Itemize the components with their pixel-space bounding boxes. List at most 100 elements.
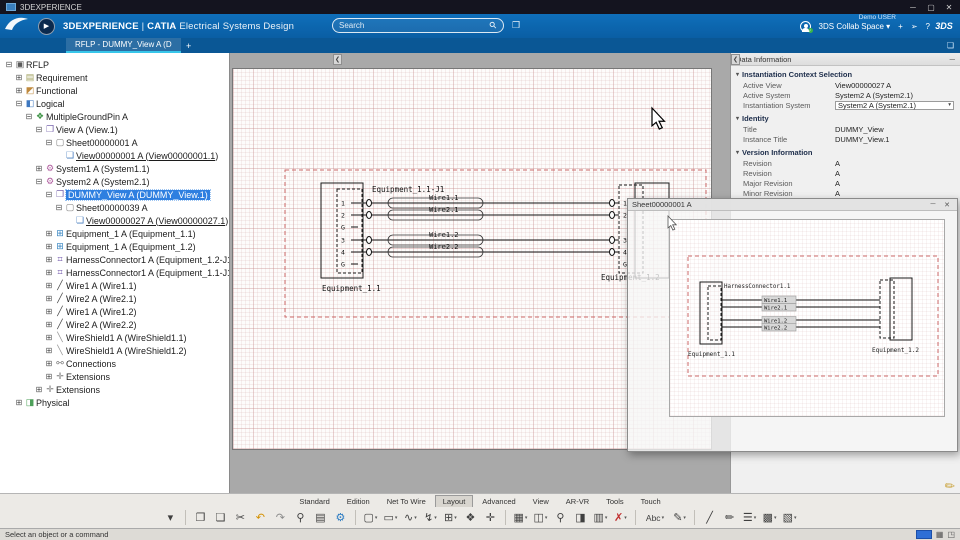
ribbon-tab-advanced[interactable]: Advanced: [474, 495, 523, 507]
panel-collapse-handle[interactable]: ❮: [333, 54, 342, 65]
tree-item[interactable]: ⊞▤Requirement: [0, 71, 229, 84]
text-style-icon[interactable]: Abc▾: [642, 509, 668, 526]
equipment-left-symbol[interactable]: 1 2 G 3 4 G: [321, 183, 363, 278]
section-header[interactable]: ▾Version Information: [731, 144, 960, 158]
tree-item[interactable]: ⊟⚙System2 A (System2.1): [0, 175, 229, 188]
expand-toggle-icon[interactable]: ⊞: [44, 294, 54, 303]
dropdown-caret-icon[interactable]: ▾: [683, 515, 686, 521]
overflow-chevron-icon[interactable]: ▾: [162, 509, 179, 526]
popup-equipment-left-symbol[interactable]: [700, 282, 722, 344]
dropdown-caret-icon[interactable]: ▾: [545, 515, 548, 521]
collapse-toggle-icon[interactable]: ⊟: [54, 203, 64, 212]
popup-body[interactable]: Wire1.1 Wire2.1 Wire1.2 Wire2.2 HarnessC…: [628, 211, 957, 452]
tree-item[interactable]: ⊞╱Wire2 A (Wire2.1): [0, 292, 229, 305]
tree-item[interactable]: ⊟▢Sheet00000039 A: [0, 201, 229, 214]
active-workbench-indicator[interactable]: [916, 530, 932, 539]
document-tab[interactable]: RFLP - DUMMY_View A (D: [66, 38, 181, 53]
share-icon[interactable]: ➢: [911, 22, 918, 31]
dropdown-caret-icon[interactable]: ▾: [395, 515, 398, 521]
collapse-toggle-icon[interactable]: ⊟: [24, 112, 34, 121]
popup-titlebar[interactable]: Sheet00000001 A ─ ✕: [628, 199, 957, 211]
minimize-button[interactable]: ─: [904, 3, 922, 12]
collapse-toggle-icon[interactable]: ⊟: [14, 99, 24, 108]
status-grid-icon[interactable]: ▦: [936, 530, 944, 539]
tree-item[interactable]: ⊞╱Wire1 A (Wire1.2): [0, 305, 229, 318]
undo-icon[interactable]: ↶: [252, 509, 269, 526]
tree-item[interactable]: ⊟❐View A (View.1): [0, 123, 229, 136]
tree-item[interactable]: ⊞╲WireShield1 A (WireShield1.2): [0, 344, 229, 357]
tree-item[interactable]: ⊞╱Wire2 A (Wire2.2): [0, 318, 229, 331]
catalog-icon[interactable]: ▤: [312, 509, 329, 526]
panel-collapse-handle[interactable]: ❮: [731, 54, 740, 65]
annotation-icon[interactable]: ✎▾: [671, 509, 688, 526]
dropdown-caret-icon[interactable]: ▾: [794, 515, 797, 521]
dropdown-caret-icon[interactable]: ▾: [434, 515, 437, 521]
expand-toggle-icon[interactable]: ⊞: [34, 385, 44, 394]
popup-wire-lines[interactable]: [721, 300, 880, 327]
list-tool-icon[interactable]: ☰▾: [741, 509, 758, 526]
tree-item[interactable]: ⊟◧Logical: [0, 97, 229, 110]
popup-close-button[interactable]: ✕: [941, 201, 953, 209]
expand-toggle-icon[interactable]: ⊞: [44, 268, 54, 277]
ribbon-tab-view[interactable]: View: [525, 495, 557, 507]
expand-toggle-icon[interactable]: ⊞: [44, 229, 54, 238]
popup-minimize-button[interactable]: ─: [927, 201, 939, 209]
expand-toggle-icon[interactable]: ⊞: [44, 372, 54, 381]
compass-play-icon[interactable]: ▶: [38, 18, 55, 35]
wire-routing-icon[interactable]: ∿▾: [402, 509, 419, 526]
tree-item[interactable]: ⊞⌗HarnessConnector1 A (Equipment_1.2-J1): [0, 253, 229, 266]
fullscreen-icon[interactable]: ❏: [947, 38, 954, 53]
expand-toggle-icon[interactable]: ⊞: [14, 398, 24, 407]
dropdown-caret-icon[interactable]: ▾: [754, 515, 757, 521]
section-header[interactable]: ▾Identity: [731, 110, 960, 124]
paste-icon[interactable]: ❐: [192, 509, 209, 526]
expand-toggle-icon[interactable]: ⊞: [44, 359, 54, 368]
popup-equipment-right-symbol[interactable]: [880, 278, 912, 340]
tree-item[interactable]: ⊞✛Extensions: [0, 383, 229, 396]
collapse-toggle-icon[interactable]: ⊟: [44, 138, 54, 147]
delete-route-icon[interactable]: ✗▾: [612, 509, 629, 526]
panel-minimize-icon[interactable]: ─: [950, 55, 955, 64]
sheet-popup-window[interactable]: Sheet00000001 A ─ ✕: [627, 198, 958, 452]
expand-toggle-icon[interactable]: ⊞: [34, 164, 44, 173]
collapse-toggle-icon[interactable]: ⊟: [44, 190, 54, 199]
tree-item[interactable]: ⊞⚙System1 A (System1.1): [0, 162, 229, 175]
section-header[interactable]: ▾Instantiation Context Selection: [731, 66, 960, 80]
crosshair-icon[interactable]: ✛: [482, 509, 499, 526]
ribbon-tab-edition[interactable]: Edition: [339, 495, 378, 507]
tree-item[interactable]: ⊞✛Extensions: [0, 370, 229, 383]
tree-item[interactable]: ❏View00000027 A (View00000027.1): [0, 214, 229, 227]
expand-toggle-icon[interactable]: ⊞: [44, 333, 54, 342]
frame-icon[interactable]: ▧▾: [781, 509, 798, 526]
search-input[interactable]: [339, 21, 490, 30]
print-icon[interactable]: ◨: [572, 509, 589, 526]
dropdown-caret-icon[interactable]: ▾: [375, 515, 378, 521]
dropdown-caret-icon[interactable]: ▾: [624, 515, 627, 521]
tree-item[interactable]: ⊞◩Functional: [0, 84, 229, 97]
collapse-toggle-icon[interactable]: ⊟: [34, 177, 44, 186]
cut-icon[interactable]: ✂: [232, 509, 249, 526]
tree-item[interactable]: ⊟▣RFLP: [0, 58, 229, 71]
ribbon-tab-layout[interactable]: Layout: [435, 495, 474, 507]
collapse-toggle-icon[interactable]: ⊟: [4, 60, 14, 69]
search-box[interactable]: ⚲: [332, 18, 504, 33]
expand-toggle-icon[interactable]: ⊞: [14, 86, 24, 95]
collapse-toggle-icon[interactable]: ⊟: [34, 125, 44, 134]
dropdown-caret-icon[interactable]: ▾: [454, 515, 457, 521]
tree-item[interactable]: ⊟❖MultipleGroundPin A: [0, 110, 229, 123]
tree-item[interactable]: ⊟❐DUMMY_View A (DUMMY_View.1): [0, 188, 229, 201]
zoom-icon[interactable]: ⚲: [552, 509, 569, 526]
dropdown-caret-icon[interactable]: ▾: [662, 515, 665, 521]
expand-toggle-icon[interactable]: ⊞: [44, 307, 54, 316]
ribbon-tab-net-to-wire[interactable]: Net To Wire: [379, 495, 434, 507]
ribbon-tab-ar-vr[interactable]: AR-VR: [558, 495, 597, 507]
place-component-icon[interactable]: ⊞▾: [442, 509, 459, 526]
sheet-format-icon[interactable]: ▭▾: [382, 509, 399, 526]
ribbon-tab-tools[interactable]: Tools: [598, 495, 632, 507]
layers-icon[interactable]: ▥▾: [592, 509, 609, 526]
expand-toggle-icon[interactable]: ⊞: [44, 255, 54, 264]
property-dropdown[interactable]: System2 A (System2.1)▾: [835, 101, 954, 110]
dropdown-caret-icon[interactable]: ▾: [414, 515, 417, 521]
maximize-button[interactable]: ▢: [922, 3, 940, 12]
table-icon[interactable]: ▦▾: [512, 509, 529, 526]
